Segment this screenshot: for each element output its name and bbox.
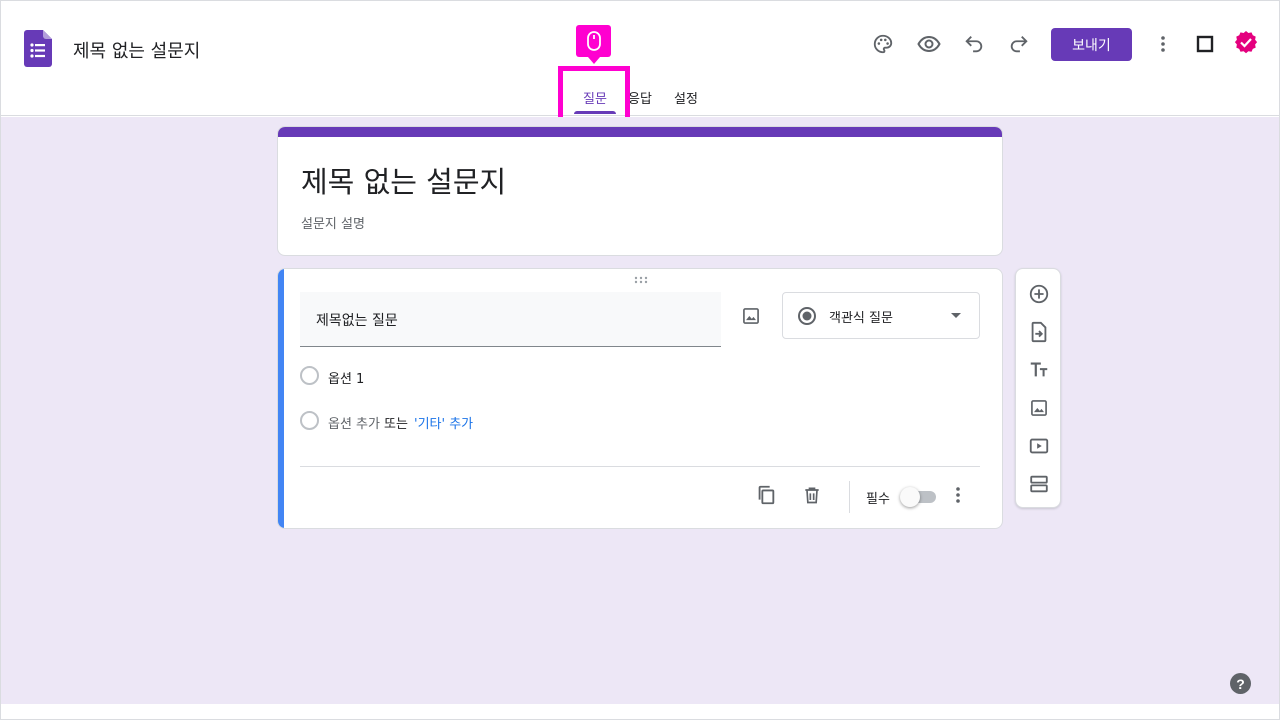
question-type-dropdown[interactable]: 객관식 질문	[782, 292, 980, 339]
question-title-input[interactable]: 제목없는 질문	[300, 292, 721, 347]
help-icon[interactable]: ?	[1230, 673, 1251, 694]
drag-handle-icon[interactable]	[634, 276, 648, 284]
add-option-radio-icon	[300, 411, 319, 430]
more-vert-icon[interactable]	[1145, 26, 1181, 62]
card-footer-divider	[300, 466, 980, 467]
add-section-icon[interactable]	[1027, 472, 1051, 496]
send-button[interactable]: 보내기	[1051, 28, 1132, 61]
required-toggle[interactable]	[900, 487, 936, 507]
toggle-thumb	[900, 487, 920, 507]
add-other-link[interactable]: '기타' 추가	[414, 413, 473, 432]
add-image-icon[interactable]	[736, 301, 766, 331]
add-image-toolbar-icon[interactable]	[1027, 396, 1051, 420]
active-card-bar	[278, 269, 284, 528]
add-video-icon[interactable]	[1027, 434, 1051, 458]
question-card[interactable]: 제목없는 질문 객관식 질문 옵션 1 옵션 추가 또는 '기타' 추가 필수	[277, 268, 1003, 529]
option-radio-icon	[300, 366, 319, 385]
add-title-text-icon[interactable]	[1027, 358, 1051, 382]
forms-logo-icon[interactable]	[24, 30, 52, 67]
duplicate-icon[interactable]	[754, 483, 778, 507]
form-title[interactable]: 제목 없는 설문지	[301, 159, 506, 201]
required-label: 필수	[866, 492, 890, 507]
title-card-accent-bar	[278, 127, 1002, 137]
question-more-icon[interactable]	[946, 483, 970, 507]
option-1-label[interactable]: 옵션 1	[328, 368, 364, 387]
document-title[interactable]: 제목 없는 설문지	[73, 37, 200, 63]
form-description[interactable]: 설문지 설명	[301, 213, 365, 232]
question-title-text: 제목없는 질문	[316, 313, 398, 329]
radio-checked-icon	[798, 307, 816, 325]
redo-icon[interactable]	[1001, 26, 1037, 62]
form-title-card[interactable]: 제목 없는 설문지 설문지 설명	[277, 126, 1003, 256]
add-question-icon[interactable]	[1027, 282, 1051, 306]
delete-icon[interactable]	[800, 483, 824, 507]
footer-vertical-divider	[849, 481, 850, 513]
dropdown-caret-icon	[951, 313, 961, 318]
mouse-click-icon	[576, 25, 611, 64]
floating-toolbar	[1015, 268, 1061, 508]
palette-icon[interactable]	[865, 26, 901, 62]
add-option-link[interactable]: 옵션 추가	[328, 413, 380, 432]
preview-eye-icon[interactable]	[911, 26, 947, 62]
or-text: 또는	[384, 417, 408, 432]
import-questions-icon[interactable]	[1027, 320, 1051, 344]
square-icon[interactable]	[1187, 26, 1223, 62]
tab-responses[interactable]: 응답	[628, 88, 652, 107]
question-type-label: 객관식 질문	[829, 311, 893, 326]
bottom-strip	[1, 704, 1279, 719]
account-avatar[interactable]	[1231, 29, 1261, 59]
tab-settings[interactable]: 설정	[674, 88, 698, 107]
undo-icon[interactable]	[956, 26, 992, 62]
